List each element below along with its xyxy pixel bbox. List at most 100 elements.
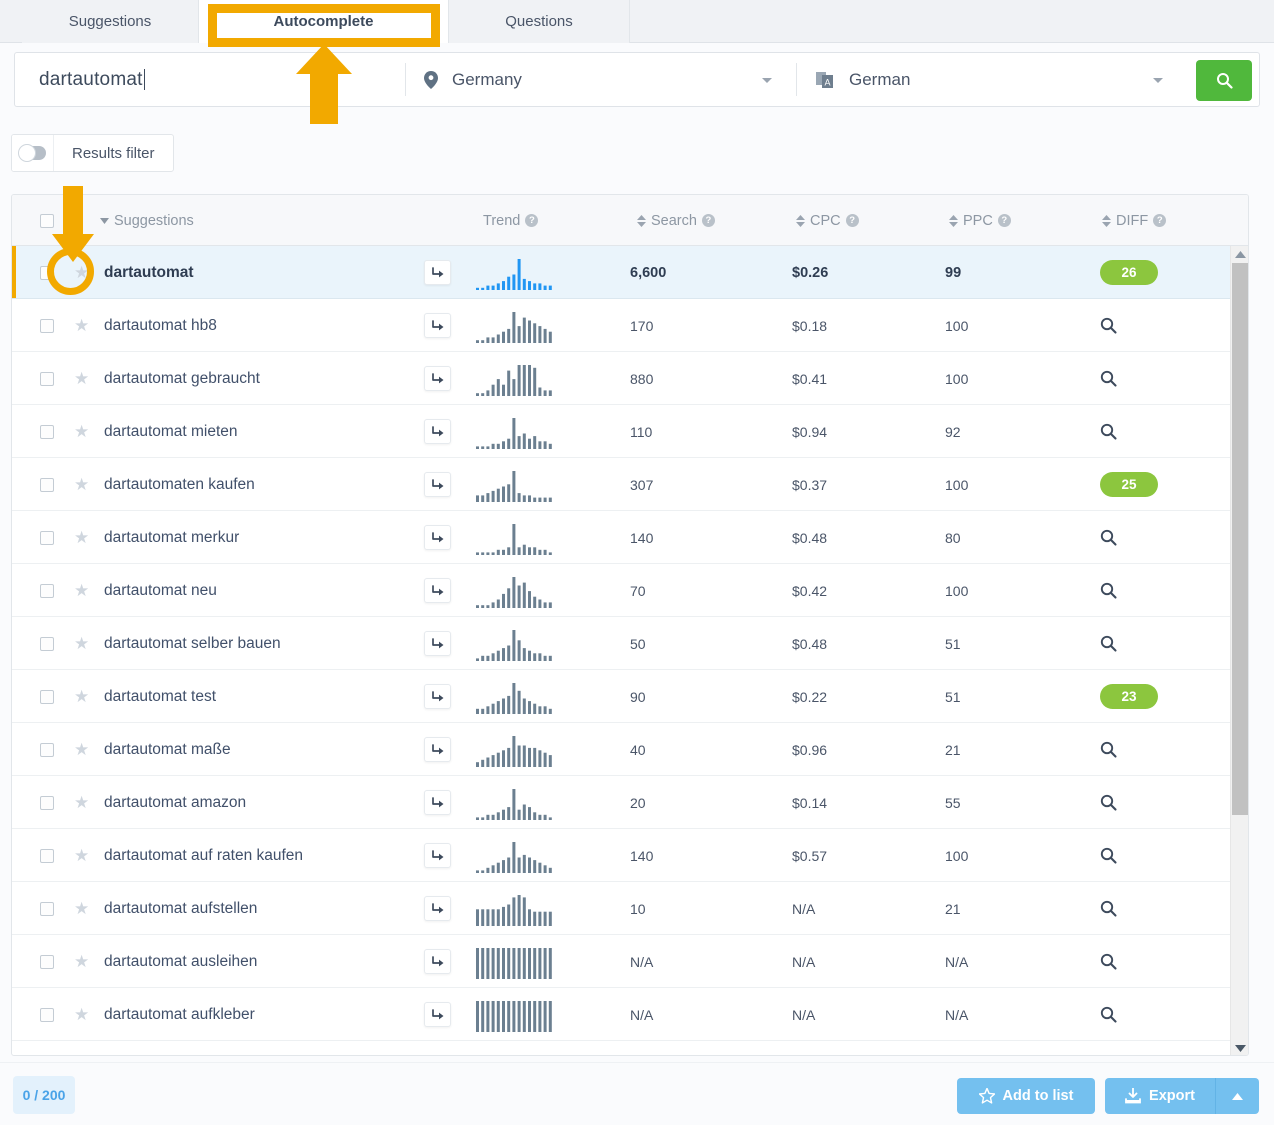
row-keyword[interactable]: dartautomat ausleihen — [104, 935, 257, 988]
row-expand-button[interactable] — [424, 882, 451, 935]
row-keyword[interactable]: dartautomat aufkleber — [104, 988, 255, 1041]
row-keyword[interactable]: dartautomat mieten — [104, 405, 238, 458]
scroll-up-button[interactable] — [1231, 246, 1248, 263]
row-checkbox[interactable] — [40, 405, 54, 458]
row-search-icon[interactable] — [1100, 423, 1117, 440]
row-checkbox[interactable] — [40, 617, 54, 670]
table-row[interactable]: ★ dartautomaten kaufen 307 $0.37 100 25 — [12, 458, 1232, 511]
column-header-ppc[interactable]: PPC ? — [949, 195, 1011, 246]
row-search-icon[interactable] — [1100, 847, 1117, 864]
row-checkbox[interactable] — [40, 882, 54, 935]
help-icon[interactable]: ? — [997, 214, 1011, 227]
row-expand-button[interactable] — [424, 988, 451, 1041]
row-favorite-star[interactable]: ★ — [74, 988, 89, 1041]
row-favorite-star[interactable]: ★ — [74, 935, 89, 988]
vertical-scrollbar[interactable] — [1230, 246, 1248, 1055]
row-search-icon[interactable] — [1100, 953, 1117, 970]
row-expand-button[interactable] — [424, 352, 451, 405]
row-expand-button[interactable] — [424, 511, 451, 564]
table-row[interactable]: ★ dartautomat aufkleber N/A N/A N/A — [12, 988, 1232, 1041]
row-checkbox[interactable] — [40, 458, 54, 511]
language-select[interactable]: A German — [797, 53, 1187, 106]
row-favorite-star[interactable]: ★ — [74, 352, 89, 405]
row-expand-button[interactable] — [424, 299, 451, 352]
row-expand-button[interactable] — [424, 458, 451, 511]
row-checkbox[interactable] — [40, 299, 54, 352]
row-keyword[interactable]: dartautomat maße — [104, 723, 231, 776]
row-keyword[interactable]: dartautomat hb8 — [104, 299, 217, 352]
table-row[interactable]: ★ dartautomat aufstellen 10 N/A 21 — [12, 882, 1232, 935]
table-row[interactable]: ★ dartautomat hb8 170 $0.18 100 — [12, 299, 1232, 352]
row-expand-button[interactable] — [424, 829, 451, 882]
help-icon[interactable]: ? — [1153, 214, 1167, 227]
row-expand-button[interactable] — [424, 670, 451, 723]
help-icon[interactable]: ? — [701, 214, 715, 227]
row-search-icon[interactable] — [1100, 370, 1117, 387]
row-keyword[interactable]: dartautomat selber bauen — [104, 617, 281, 670]
row-checkbox[interactable] — [40, 776, 54, 829]
row-favorite-star[interactable]: ★ — [74, 564, 89, 617]
row-search-icon[interactable] — [1100, 900, 1117, 917]
table-row[interactable]: ★ dartautomat ausleihen N/A N/A N/A — [12, 935, 1232, 988]
row-keyword[interactable]: dartautomat test — [104, 670, 216, 723]
table-row[interactable]: ★ dartautomat amazon 20 $0.14 55 — [12, 776, 1232, 829]
row-favorite-star[interactable]: ★ — [74, 776, 89, 829]
row-favorite-star[interactable]: ★ — [74, 617, 89, 670]
column-header-search[interactable]: Search ? — [637, 195, 715, 246]
row-checkbox[interactable] — [40, 723, 54, 776]
tab-suggestions[interactable]: Suggestions — [22, 0, 199, 43]
row-search-icon[interactable] — [1100, 635, 1117, 652]
results-filter-toggle[interactable] — [12, 135, 54, 171]
row-expand-button[interactable] — [424, 246, 451, 299]
row-checkbox[interactable] — [40, 511, 54, 564]
row-checkbox[interactable] — [40, 352, 54, 405]
row-keyword[interactable]: dartautomat neu — [104, 564, 217, 617]
row-checkbox[interactable] — [40, 670, 54, 723]
row-checkbox[interactable] — [40, 564, 54, 617]
row-expand-button[interactable] — [424, 564, 451, 617]
row-search-icon[interactable] — [1100, 529, 1117, 546]
row-search-icon[interactable] — [1100, 1006, 1117, 1023]
row-expand-button[interactable] — [424, 935, 451, 988]
row-checkbox[interactable] — [40, 935, 54, 988]
row-checkbox[interactable] — [40, 829, 54, 882]
column-header-diff[interactable]: DIFF ? — [1102, 195, 1167, 246]
row-search-icon[interactable] — [1100, 582, 1117, 599]
row-keyword[interactable]: dartautomat merkur — [104, 511, 239, 564]
row-checkbox[interactable] — [40, 988, 54, 1041]
table-row[interactable]: ★ dartautomat gebraucht 880 $0.41 100 — [12, 352, 1232, 405]
help-icon[interactable]: ? — [525, 214, 539, 227]
row-keyword[interactable]: dartautomat auf raten kaufen — [104, 829, 303, 882]
table-row[interactable]: ★ dartautomat mieten 110 $0.94 92 — [12, 405, 1232, 458]
table-row[interactable]: ★ dartautomat auf raten kaufen 140 $0.57 100 — [12, 829, 1232, 882]
row-expand-button[interactable] — [424, 617, 451, 670]
row-expand-button[interactable] — [424, 405, 451, 458]
search-button[interactable] — [1196, 60, 1252, 101]
table-row[interactable]: ★ dartautomat neu 70 $0.42 100 — [12, 564, 1232, 617]
table-row[interactable]: ★ dartautomat 6,600 $0.26 99 26 — [12, 246, 1232, 299]
results-filter[interactable]: Results filter — [11, 134, 174, 172]
export-button[interactable]: Export — [1105, 1078, 1215, 1114]
row-keyword[interactable]: dartautomat amazon — [104, 776, 246, 829]
export-dropdown-button[interactable] — [1215, 1078, 1259, 1114]
scroll-down-button[interactable] — [1231, 1040, 1248, 1055]
row-favorite-star[interactable]: ★ — [74, 299, 89, 352]
table-row[interactable]: ★ dartautomat test 90 $0.22 51 23 — [12, 670, 1232, 723]
table-row[interactable]: ★ dartautomat selber bauen 50 $0.48 51 — [12, 617, 1232, 670]
help-icon[interactable]: ? — [845, 214, 859, 227]
table-row[interactable]: ★ dartautomat merkur 140 $0.48 80 — [12, 511, 1232, 564]
row-favorite-star[interactable]: ★ — [74, 511, 89, 564]
row-search-icon[interactable] — [1100, 794, 1117, 811]
add-to-list-button[interactable]: Add to list — [957, 1078, 1095, 1114]
country-select[interactable]: Germany — [406, 53, 796, 106]
row-favorite-star[interactable]: ★ — [74, 458, 89, 511]
row-search-icon[interactable] — [1100, 317, 1117, 334]
row-expand-button[interactable] — [424, 776, 451, 829]
row-keyword[interactable]: dartautomat gebraucht — [104, 352, 260, 405]
column-header-suggestions[interactable]: Suggestions — [100, 195, 194, 246]
row-favorite-star[interactable]: ★ — [74, 670, 89, 723]
row-favorite-star[interactable]: ★ — [74, 405, 89, 458]
row-keyword[interactable]: dartautomaten kaufen — [104, 458, 255, 511]
column-header-cpc[interactable]: CPC ? — [796, 195, 859, 246]
row-keyword[interactable]: dartautomat aufstellen — [104, 882, 257, 935]
